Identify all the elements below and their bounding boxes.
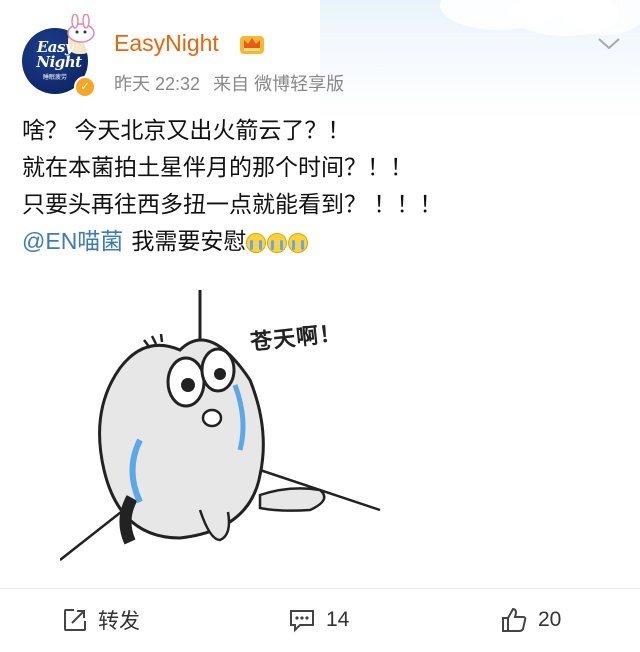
post-line: 就在本菌拍土星伴月的那个时间？！！ bbox=[22, 154, 413, 180]
chevron-down-icon[interactable] bbox=[596, 36, 622, 52]
mention-link[interactable]: @EN喵菌 bbox=[22, 228, 123, 254]
verified-badge-icon: ✓ bbox=[74, 76, 96, 98]
repost-icon bbox=[64, 609, 86, 631]
username[interactable]: EasyNight bbox=[114, 30, 219, 57]
post-line: 只要头再往西多扭一点就能看到？ ！！！ bbox=[22, 191, 443, 217]
post-last-text: 我需要安慰 bbox=[131, 228, 247, 254]
repost-label: 转发 bbox=[98, 610, 140, 633]
vip-crown-icon bbox=[240, 36, 264, 54]
thumbs-up-icon bbox=[502, 607, 527, 632]
avatar-logo-text: Easy Night bbox=[36, 38, 82, 71]
repost-button[interactable]: 转发 bbox=[62, 602, 140, 638]
post-meta: 昨天 22:32 来自 微博轻享版 bbox=[114, 70, 352, 96]
like-button[interactable]: 20 bbox=[500, 602, 561, 638]
bunny-sticker-icon bbox=[67, 14, 95, 43]
post-line-mention: @EN喵菌 我需要安慰 bbox=[22, 223, 622, 260]
post-text: 啥？ 今天北京又出火箭云了？！ 就在本菌拍土星伴月的那个时间？！！ 只要头再往西… bbox=[22, 112, 622, 260]
divider bbox=[0, 588, 640, 589]
crying-emoji-icon bbox=[288, 232, 309, 253]
comment-icon bbox=[290, 610, 314, 633]
post-line: 啥？ 今天北京又出火箭云了？！ bbox=[22, 117, 351, 143]
comment-count: 14 bbox=[326, 608, 350, 631]
crying-emoji-icon bbox=[267, 232, 288, 253]
crying-emoji-icon bbox=[246, 232, 267, 253]
like-count: 20 bbox=[538, 608, 562, 631]
post-source[interactable]: 来自 微博轻享版 bbox=[213, 74, 344, 94]
header-sky-background bbox=[320, 0, 640, 120]
post-time: 昨天 22:32 bbox=[114, 74, 201, 94]
avatar[interactable]: Easy Night 睡眠疲劳 ✓ bbox=[16, 14, 96, 98]
comment-button[interactable]: 14 bbox=[288, 602, 349, 638]
